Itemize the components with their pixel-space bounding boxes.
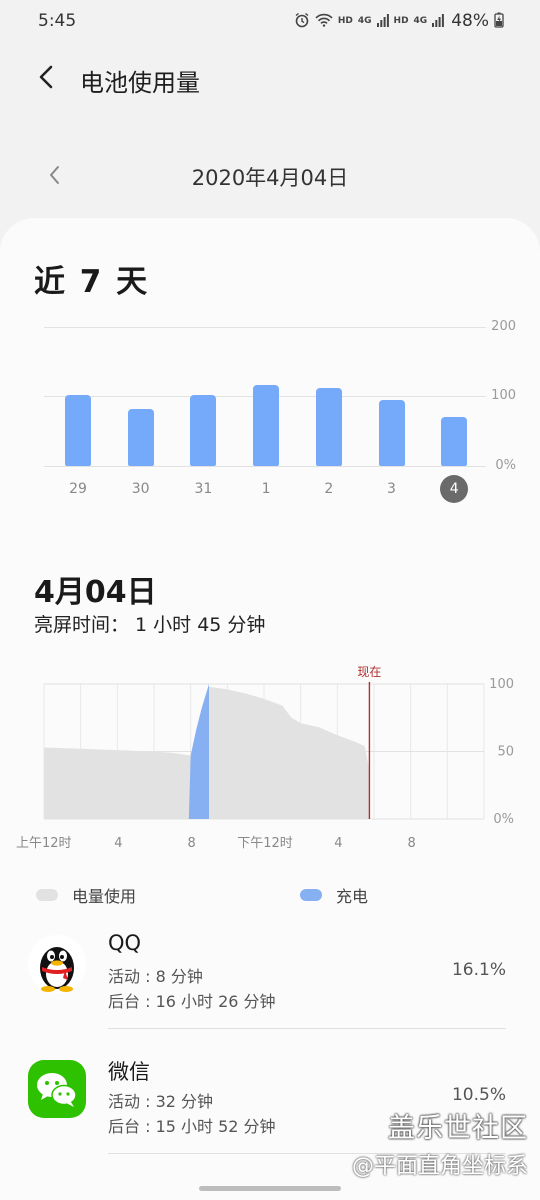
current-date: 2020年4月04日 [191,166,349,190]
x-tick-label: 8 [188,836,196,851]
divider [108,1028,506,1029]
y-tick-label: 50 [497,745,514,760]
x-tick-label[interactable]: 1 [246,481,286,497]
battery-percent: 48% [451,11,489,31]
legend-charging: 充电 [300,883,368,907]
network-label: 4G [413,16,428,26]
charging-area [188,684,209,819]
daily-battery-chart: 现在 0% 50 100 上午12时 4 8 下午12时 4 8 [0,660,540,860]
watermark-title: 盖乐世社区 [388,1113,528,1144]
page-title: 电池使用量 [80,69,200,97]
grid-line [44,466,486,467]
y-tick-label: 200 [491,319,516,334]
hd-label: HD [337,16,353,26]
x-tick-label[interactable]: 3 [372,481,412,497]
hd-label: HD [393,16,409,26]
x-tick-label[interactable]: 2 [309,481,349,497]
legend-charging-swatch [300,889,322,901]
x-tick-label[interactable]: 29 [58,481,98,497]
x-tick-label[interactable]: 30 [121,481,161,497]
status-icons: HD 4G HD 4G 48% [294,11,504,31]
x-tick-label: 4 [114,836,122,851]
status-bar: 5:45 HD 4G HD 4G 48% [0,0,540,44]
app-active-time: 活动 : 8 分钟 [108,967,203,986]
legend-usage-label: 电量使用 [72,887,137,906]
app-active-time: 活动 : 32 分钟 [108,1092,214,1111]
screen-on-time: 亮屏时间： 1 小时 45 分钟 [34,614,266,636]
signal-icon [376,13,389,30]
bar-day-2[interactable] [315,388,342,466]
watermark-handle: @平面直角坐标系 [351,1154,528,1179]
legend-charging-label: 充电 [336,887,369,906]
x-tick-label[interactable]: 4 [440,475,469,503]
bar-day-29[interactable] [65,395,91,466]
y-tick-label: 100 [489,677,514,692]
chevron-left-icon [39,65,53,89]
bar-day-30[interactable] [127,409,154,466]
status-time: 5:45 [38,11,77,31]
wechat-icon [28,1060,86,1118]
signal-icon [432,13,445,30]
y-tick-label: 0% [495,458,516,473]
qq-penguin-icon [28,935,86,993]
battery-charging-icon [494,12,504,31]
app-usage-row-qq[interactable]: QQ 活动 : 8 分钟 后台 : 16 小时 26 分钟 16.1% [0,925,540,1045]
grid-line [44,327,486,328]
x-tick-label: 下午12时 [237,836,293,851]
app-header: 电池使用量 [0,52,540,104]
y-tick-label: 0% [493,812,514,827]
app-usage-percent: 16.1% [451,960,506,980]
alarm-icon [294,12,310,31]
day-title: 4月04日 [34,575,157,610]
app-background-time: 后台 : 15 小时 52 分钟 [108,1117,276,1136]
x-tick-label: 8 [408,836,416,851]
daily-battery-plot: 现在 0% 50 100 上午12时 4 8 下午12时 4 8 [16,665,514,851]
bar-day-4[interactable] [441,417,468,466]
wifi-icon [315,13,333,30]
app-background-time: 后台 : 16 小时 26 分钟 [108,992,276,1011]
legend-usage-swatch [36,889,58,901]
now-marker-label: 现在 [357,665,381,679]
date-navigation: 2020年4月04日 [0,150,540,200]
legend-usage: 电量使用 [36,883,136,907]
week-section-title: 近 7 天 [34,264,150,300]
bar-day-1[interactable] [253,384,280,466]
app-usage-percent: 10.5% [451,1085,506,1105]
y-tick-label: 100 [491,388,516,403]
back-button[interactable] [30,60,64,94]
bar-day-31[interactable] [190,395,217,466]
app-name: 微信 [108,1060,150,1084]
bar-day-3[interactable] [378,399,405,466]
x-tick-label[interactable]: 31 [183,481,223,497]
weekly-usage-chart: 200 100 0% 29 30 31 1 2 3 4 [0,300,540,520]
network-label: 4G [357,16,372,26]
home-indicator[interactable] [199,1186,341,1191]
x-tick-label: 上午12时 [16,836,72,851]
app-name: QQ [108,931,142,955]
x-tick-label: 4 [334,836,342,851]
